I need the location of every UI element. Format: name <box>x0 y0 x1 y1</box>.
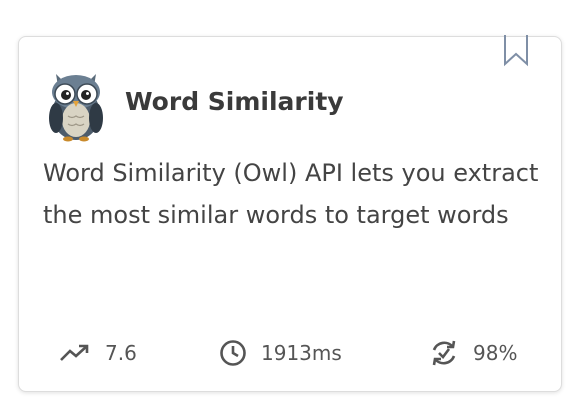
popularity-stat: 7.6 <box>59 337 137 369</box>
trending-up-icon <box>60 344 89 361</box>
owl-logo-icon <box>49 74 103 142</box>
latency-stat: 1913ms <box>219 337 342 369</box>
api-description: Word Similarity (Owl) API lets you extra… <box>43 159 539 229</box>
clock-icon <box>220 340 246 366</box>
api-card[interactable]: Word Similarity Word Similarity (Owl) AP… <box>18 35 562 392</box>
success-rate-stat: 98% <box>429 337 517 369</box>
popularity-value: 7.6 <box>105 341 137 365</box>
success-rate-value: 98% <box>473 341 518 365</box>
latency-value: 1913ms <box>261 341 342 365</box>
api-title[interactable]: Word Similarity <box>125 87 344 116</box>
refresh-check-icon <box>432 340 456 366</box>
bookmark-icon[interactable] <box>503 35 529 67</box>
